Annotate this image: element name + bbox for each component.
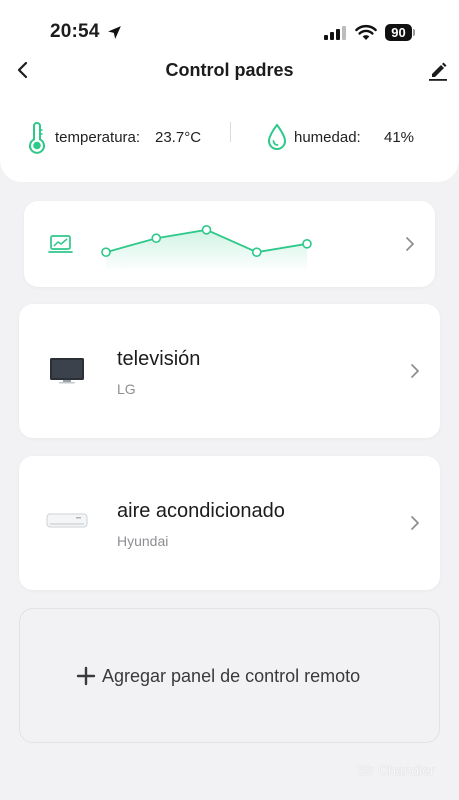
chart-data-point bbox=[151, 233, 162, 244]
chevron-right-icon bbox=[411, 516, 419, 530]
monitor-chart-icon bbox=[48, 235, 73, 253]
chevron-right-icon bbox=[406, 237, 414, 251]
water-drop-icon bbox=[267, 123, 287, 150]
chart-data-point bbox=[251, 247, 262, 258]
chevron-right-icon bbox=[411, 364, 419, 378]
device-name: aire acondicionado bbox=[117, 500, 285, 522]
chart-data-point bbox=[302, 238, 312, 249]
edit-button[interactable] bbox=[425, 57, 451, 83]
environment-readings: temperatura: 23.7°C humedad: 41% bbox=[0, 118, 459, 158]
tv-icon bbox=[50, 358, 84, 384]
thermometer-icon bbox=[29, 122, 45, 154]
air-conditioner-icon bbox=[46, 513, 88, 528]
chart-data-point bbox=[101, 247, 111, 258]
device-name: televisión bbox=[117, 348, 201, 370]
temperature-label: temperatura: bbox=[55, 129, 141, 146]
wifi-icon bbox=[355, 24, 377, 40]
nav-bar: Control padres bbox=[0, 52, 459, 88]
watermark: Sir Chandler bbox=[357, 762, 435, 778]
add-panel-label: Agregar panel de control remoto bbox=[102, 666, 361, 686]
divider bbox=[230, 122, 231, 142]
plus-icon bbox=[76, 666, 96, 686]
chart-data-point bbox=[201, 224, 212, 235]
device-brand: Hyundai bbox=[117, 533, 169, 549]
add-remote-panel-button[interactable]: Agregar panel de control remoto bbox=[19, 608, 440, 743]
battery-indicator: 90 bbox=[385, 24, 412, 41]
device-brand: LG bbox=[117, 381, 136, 397]
device-card-tv[interactable]: televisión LG bbox=[19, 304, 440, 438]
sensor-chart bbox=[48, 224, 414, 269]
cellular-signal-icon bbox=[324, 26, 346, 40]
pencil-icon bbox=[429, 62, 447, 81]
status-bar: 20:54 90 bbox=[0, 0, 459, 54]
sensor-chart-card[interactable] bbox=[24, 201, 435, 287]
humidity-label: humedad: bbox=[294, 129, 361, 146]
temperature-value: 23.7°C bbox=[155, 129, 202, 146]
device-card-ac[interactable]: aire acondicionado Hyundai bbox=[19, 456, 440, 590]
location-arrow-icon bbox=[108, 26, 121, 39]
battery-tip bbox=[413, 29, 415, 36]
status-time: 20:54 bbox=[50, 21, 100, 42]
page-title: Control padres bbox=[165, 60, 294, 80]
humidity-value: 41% bbox=[384, 129, 415, 146]
header-panel: 20:54 90 Control padres temperatura: 23.… bbox=[0, 0, 459, 182]
